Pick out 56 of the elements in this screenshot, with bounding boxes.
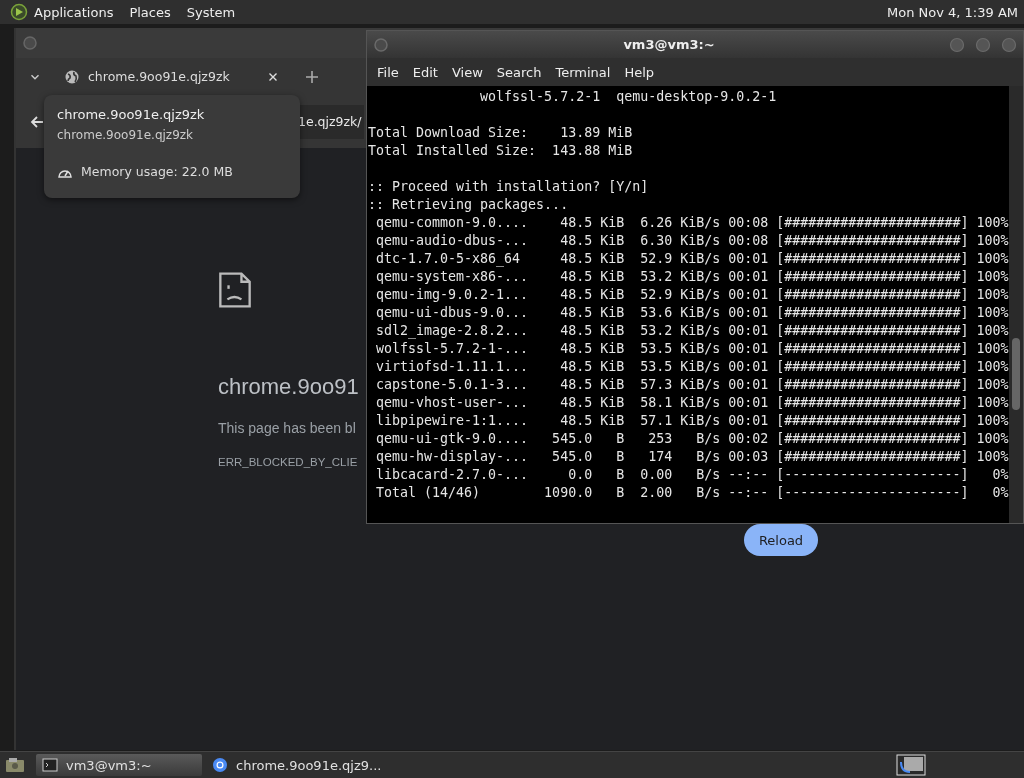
menu-item[interactable]: Edit <box>405 64 445 80</box>
scrollbar-thumb[interactable] <box>1012 338 1020 410</box>
window-control-button[interactable] <box>1001 36 1017 53</box>
menu-item[interactable]: View <box>444 64 490 80</box>
window-title: vm3@vm3:~ <box>622 37 716 52</box>
terminal-line: Total Installed Size: 143.88 MiB <box>368 142 634 160</box>
error-heading: chrome.9oo91 <box>218 374 359 400</box>
taskbar-button[interactable]: chrome.9oo91e.qjz9... <box>206 754 388 776</box>
desktop-icon[interactable] <box>4 756 26 774</box>
terminal-line: virtiofsd-1.11.1... 48.5 KiB 53.5 KiB/s 00:01 [######################] 100% <box>375 358 1009 376</box>
terminal-line: Total (14/46) 1090.0 B 2.00 B/s --:-- [----------------------] 0% <box>375 484 1009 502</box>
terminal-line: Total Download Size: 13.89 MiB <box>368 124 634 142</box>
terminal-line: qemu-audio-dbus-... 48.5 KiB 6.30 KiB/s 00:08 [######################] 100% <box>375 232 1009 250</box>
terminal-line: qemu-ui-dbus-9.0... 48.5 KiB 53.6 KiB/s 00:01 [######################] 100% <box>375 304 1009 322</box>
terminal-line: qemu-system-x86-... 48.5 KiB 53.2 KiB/s 00:01 [######################] 100% <box>375 268 1009 286</box>
hover-card-url: chrome.9oo91e.qjz9zk <box>57 128 195 142</box>
menu-item[interactable]: Help <box>617 64 662 80</box>
terminal-line: :: Retrieving packages... <box>368 196 570 214</box>
memory-usage: Memory usage: 22.0 MB <box>81 164 233 179</box>
taskbar-button[interactable]: vm3@vm3:~ <box>36 754 202 776</box>
panel-menu-item[interactable]: Applications <box>34 4 114 20</box>
hover-card-title: chrome.9oo91e.qjz9zk <box>57 107 206 122</box>
scrollbar[interactable] <box>1009 86 1023 523</box>
browser-icon <box>212 757 228 773</box>
terminal-line: libcacard-2.7.0-... 0.0 B 0.00 B/s --:-- [----------------------] 0% <box>375 466 1009 484</box>
error-code: ERR_BLOCKED_BY_CLIE <box>218 456 358 468</box>
terminal-line: qemu-vhost-user-... 48.5 KiB 58.1 KiB/s 00:01 [######################] 100% <box>375 394 1009 412</box>
sad-document-icon <box>218 270 252 310</box>
clock: Mon Nov 4, 1:39 AM <box>887 4 1018 20</box>
error-message: This page has been bl <box>218 420 356 436</box>
logo-icon[interactable] <box>10 3 28 21</box>
panel-menu-item[interactable]: System <box>186 4 236 20</box>
terminal-line: libpipewire-1:1.... 48.5 KiB 57.1 KiB/s 00:01 [######################] 100% <box>375 412 1009 430</box>
window-control-button[interactable] <box>949 36 965 53</box>
terminal-line: capstone-5.0.1-3... 48.5 KiB 57.3 KiB/s 00:01 [######################] 100% <box>375 376 1009 394</box>
terminal-line: qemu-img-9.0.2-1... 48.5 KiB 52.9 KiB/s 00:01 [######################] 100% <box>375 286 1009 304</box>
terminal-icon <box>42 757 58 773</box>
panel-menu-item[interactable]: Places <box>129 4 171 20</box>
terminal-line: wolfssl-5.7.2-1 qemu-desktop-9.0.2-1 <box>479 88 778 106</box>
terminal-line: sdl2_image-2.8.2... 48.5 KiB 53.2 KiB/s 00:01 [######################] 100% <box>375 322 1009 340</box>
terminal-line: wolfssl-5.7.2-1-... 48.5 KiB 53.5 KiB/s 00:01 [######################] 100% <box>375 340 1009 358</box>
window-menu-button[interactable] <box>373 36 389 53</box>
terminal-line: qemu-ui-gtk-9.0.... 545.0 B 253 B/s 00:02 [######################] 100% <box>375 430 1009 448</box>
menu-item[interactable]: File <box>370 64 406 80</box>
terminal-line: dtc-1.7.0-5-x86_64 48.5 KiB 52.9 KiB/s 00:01 [######################] 100% <box>375 250 1009 268</box>
window-icon[interactable] <box>896 754 926 776</box>
circle-icon <box>22 35 38 51</box>
reload-button[interactable]: Reload <box>744 524 818 556</box>
terminal-line: :: Proceed with installation? [Y/n] <box>368 178 650 196</box>
window-control-button[interactable] <box>975 36 991 53</box>
plus-icon[interactable] <box>304 68 320 85</box>
terminal-line: qemu-hw-display-... 545.0 B 174 B/s 00:03 [######################] 100% <box>375 448 1009 466</box>
globe-icon <box>64 68 80 85</box>
menu-item[interactable]: Search <box>489 64 549 80</box>
menu-item[interactable]: Terminal <box>548 64 618 80</box>
terminal-line: qemu-common-9.0.... 48.5 KiB 6.26 KiB/s 00:08 [######################] 100% <box>375 214 1009 232</box>
